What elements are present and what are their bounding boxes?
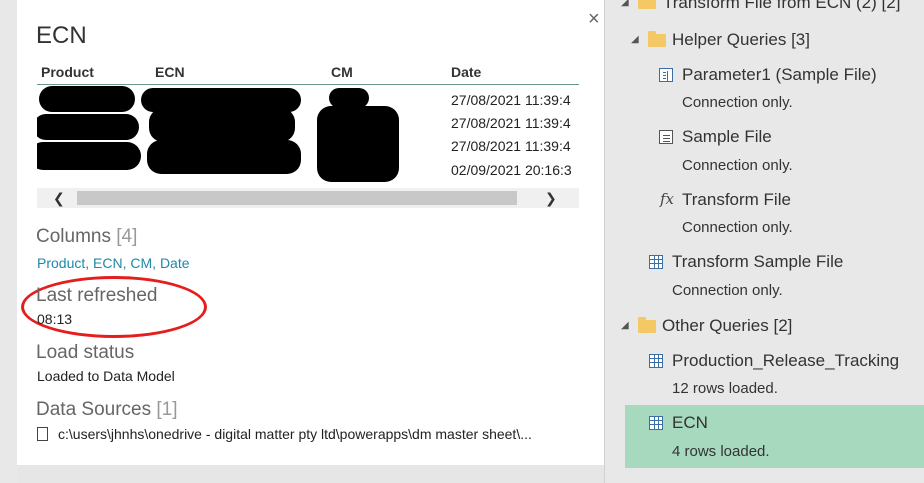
- columns-heading-label: Columns: [36, 226, 111, 247]
- query-status: 12 rows loaded.: [672, 380, 778, 397]
- group-label: Transform File from ECN: [663, 0, 852, 12]
- folder-icon: [638, 317, 656, 333]
- columns-heading: Columns [4]: [36, 226, 137, 248]
- query-parameter1-sample-file[interactable]: Parameter1 (Sample File): [682, 65, 877, 85]
- columns-list: Product, ECN, CM, Date: [37, 255, 190, 271]
- collapse-triangle-icon[interactable]: ◢: [621, 320, 629, 331]
- redaction-mark: [317, 106, 399, 182]
- query-status: Connection only.: [682, 219, 793, 236]
- query-status: Connection only.: [672, 282, 783, 299]
- folder-icon: [648, 31, 666, 47]
- scroll-left-icon[interactable]: ❮: [53, 188, 65, 208]
- query-status: Connection only.: [682, 157, 793, 174]
- document-icon: [659, 130, 673, 144]
- column-separator: ,: [152, 255, 160, 271]
- date-cell: 27/08/2021 11:39:4: [451, 138, 571, 154]
- queries-pane: ◢ Transform File from ECN (2) [2] ◢ Help…: [604, 0, 924, 483]
- group-count: [3]: [791, 30, 810, 49]
- column-header-date: Date: [451, 64, 482, 80]
- column-header-cm: CM: [331, 64, 353, 80]
- data-sources-count: [1]: [156, 399, 178, 420]
- query-peek-card: × ECN Product ECN CM Date 27/08/2021 11:…: [17, 0, 604, 483]
- horizontal-scrollbar[interactable]: ❮ ❯: [37, 188, 579, 208]
- fx-icon: fx: [660, 190, 675, 208]
- scroll-right-icon[interactable]: ❯: [545, 188, 557, 208]
- data-source-row: c:\users\jhnhs\onedrive - digital matter…: [37, 426, 532, 442]
- last-refreshed-heading: Last refreshed: [36, 285, 158, 306]
- query-production-release-tracking[interactable]: Production_Release_Tracking: [672, 351, 899, 371]
- query-transform-file[interactable]: Transform File: [682, 190, 791, 210]
- collapse-triangle-icon[interactable]: ◢: [621, 0, 629, 8]
- selected-query-ecn[interactable]: [625, 405, 924, 468]
- last-refreshed-value: 08:13: [37, 311, 73, 327]
- query-status: Connection only.: [682, 94, 793, 111]
- query-sample-file[interactable]: Sample File: [682, 127, 772, 147]
- folder-icon: [638, 0, 656, 9]
- redaction-mark: [329, 88, 369, 108]
- preview-grid: Product ECN CM Date 27/08/2021 11:39:4 2…: [37, 62, 579, 186]
- close-icon[interactable]: ×: [588, 8, 600, 31]
- group-other-queries[interactable]: Other Queries [2]: [662, 316, 792, 336]
- table-icon: [649, 416, 663, 430]
- column-link-product[interactable]: Product: [37, 255, 85, 271]
- column-header-product: Product: [41, 64, 94, 80]
- query-status: 4 rows loaded.: [672, 443, 770, 460]
- columns-count: [4]: [116, 226, 138, 247]
- peek-footer: [17, 465, 604, 483]
- date-cell: 27/08/2021 11:39:4: [451, 92, 571, 108]
- group-helper-queries[interactable]: Helper Queries [3]: [672, 30, 810, 50]
- date-cell: 02/09/2021 20:16:3: [451, 162, 572, 178]
- data-sources-heading-label: Data Sources: [36, 399, 152, 420]
- group-label: Helper Queries: [672, 30, 787, 49]
- header-divider: [37, 84, 579, 85]
- collapse-triangle-icon[interactable]: ◢: [631, 34, 639, 45]
- load-status-heading: Load status: [36, 342, 135, 363]
- column-link-ecn[interactable]: ECN: [93, 255, 123, 271]
- group-count: (2) [2]: [856, 0, 901, 12]
- column-header-ecn: ECN: [155, 64, 185, 80]
- query-ecn[interactable]: ECN: [672, 413, 708, 433]
- column-link-date[interactable]: Date: [160, 255, 190, 271]
- table-icon: [649, 255, 663, 269]
- redaction-mark: [147, 140, 301, 174]
- redaction-mark: [149, 108, 295, 142]
- data-sources-heading: Data Sources [1]: [36, 399, 178, 421]
- table-icon: [649, 354, 663, 368]
- query-transform-sample-file[interactable]: Transform Sample File: [672, 252, 843, 272]
- redaction-mark: [39, 86, 135, 112]
- group-count: [2]: [773, 316, 793, 335]
- scrollbar-thumb[interactable]: [77, 191, 517, 205]
- redaction-mark: [37, 114, 139, 140]
- load-status-value: Loaded to Data Model: [37, 368, 175, 384]
- group-label: Other Queries: [662, 316, 769, 335]
- peek-title: ECN: [36, 22, 87, 49]
- file-icon: [37, 427, 48, 441]
- date-cell: 27/08/2021 11:39:4: [451, 115, 571, 131]
- data-source-path: c:\users\jhnhs\onedrive - digital matter…: [58, 426, 532, 442]
- column-link-cm[interactable]: CM: [130, 255, 152, 271]
- redaction-mark: [37, 142, 141, 170]
- column-separator: ,: [85, 255, 94, 271]
- parameter-icon: [659, 68, 673, 82]
- group-transform-file-from-ecn[interactable]: Transform File from ECN (2) [2]: [663, 0, 900, 13]
